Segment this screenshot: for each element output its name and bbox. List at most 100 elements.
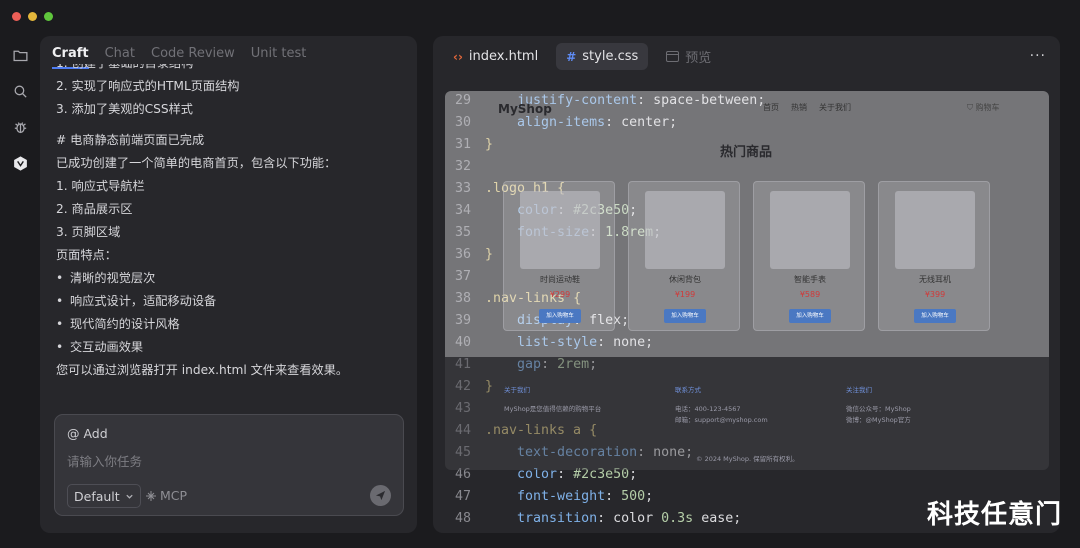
tab-label: 预览 (685, 51, 712, 66)
close-window-button[interactable] (12, 12, 21, 21)
code-text: gap: 2rem; (517, 357, 598, 372)
code-line: 35 font-size: 1.8rem; (445, 222, 1049, 244)
code-line: 37 (445, 266, 1049, 288)
minimize-window-button[interactable] (28, 12, 37, 21)
code-line: 46 color: #2c3e50; (445, 464, 1049, 486)
bug-icon[interactable] (9, 116, 31, 138)
code-text: transition: color 0.3s ease; (517, 511, 742, 526)
line-number: 33 (454, 181, 471, 196)
tab-label: style.css (582, 49, 639, 64)
code-text: } (485, 379, 494, 394)
code-text: .nav-links { (485, 291, 582, 306)
code-line: 32 (445, 156, 1049, 178)
line-number: 32 (454, 159, 471, 174)
model-select-value: Default (74, 488, 120, 504)
line-number: 46 (454, 467, 471, 482)
line-number: 44 (454, 423, 471, 438)
activity-sidebar (0, 36, 40, 548)
code-text: text-decoration: none; (517, 445, 694, 460)
send-button[interactable] (370, 485, 391, 506)
code-line: 31} (445, 134, 1049, 156)
task-input[interactable] (67, 454, 387, 469)
code-text: .nav-links a { (485, 423, 598, 438)
window-controls (12, 12, 53, 21)
line-number: 45 (454, 445, 471, 460)
line-number: 39 (454, 313, 471, 328)
trait-item: 清晰的视觉层次 (56, 267, 401, 290)
code-line: 33 .logo h1 { (445, 178, 1049, 200)
code-line: 36} (445, 244, 1049, 266)
line-number: 48 (454, 511, 471, 526)
line-number: 38 (454, 291, 471, 306)
code-text: color: #2c3e50; (517, 467, 638, 482)
chat-line: 3. 添加了美观的CSS样式 (56, 102, 193, 116)
line-number: 34 (454, 203, 471, 218)
trait-item: 现代简约的设计风格 (56, 313, 401, 336)
feature-item: 1. 响应式导航栏 (56, 179, 145, 193)
line-number: 35 (454, 225, 471, 240)
tab-index-html[interactable]: ‹› index.html (443, 43, 548, 70)
line-number: 36 (454, 247, 471, 262)
line-number: 37 (454, 269, 471, 284)
hash-icon: # (566, 49, 577, 64)
code-line: 29 justify-content: space-between; (445, 90, 1049, 112)
line-number: 42 (454, 379, 471, 394)
more-options-button[interactable]: ··· (1030, 48, 1046, 64)
line-number: 40 (454, 335, 471, 350)
code-line: 34 color: #2c3e50; (445, 200, 1049, 222)
add-context-button[interactable]: @ Add (67, 426, 108, 441)
line-number: 41 (454, 357, 471, 372)
chat-heading: # 电商静态前端页面已完成 (56, 133, 205, 147)
code-line: 38 .nav-links { (445, 288, 1049, 310)
preview-window-icon (666, 51, 680, 62)
code-line: 43 (445, 398, 1049, 420)
code-line: 44 .nav-links a { (445, 420, 1049, 442)
code-text: justify-content: space-between; (517, 93, 766, 108)
model-select[interactable]: Default (67, 484, 141, 508)
code-text: } (485, 247, 494, 262)
chat-outro: 您可以通过浏览器打开 index.html 文件来查看效果。 (56, 363, 349, 377)
chat-messages: 1. 创建了基础的目录结构 2. 实现了响应式的HTML页面结构 3. 添加了美… (56, 64, 401, 420)
chat-line: 1. 创建了基础的目录结构 (56, 64, 401, 75)
code-text: font-size: 1.8rem; (517, 225, 662, 240)
feature-item: 2. 商品展示区 (56, 202, 133, 216)
maximize-window-button[interactable] (44, 12, 53, 21)
code-line: 40 list-style: none; (445, 332, 1049, 354)
chat-intro: 已成功创建了一个简单的电商首页，包含以下功能： (56, 156, 337, 170)
code-text: font-weight: 500; (517, 489, 654, 504)
editor-panel: ‹› index.html # style.css 预览 ··· 29 just… (433, 36, 1060, 533)
folder-icon[interactable] (9, 44, 31, 66)
tab-style-css[interactable]: # style.css (556, 43, 649, 70)
line-number: 31 (454, 137, 471, 152)
line-number: 47 (454, 489, 471, 504)
feature-item: 3. 页脚区域 (56, 225, 121, 239)
tab-label: index.html (468, 49, 539, 64)
code-line: 39 display: flex; (445, 310, 1049, 332)
extension-icon[interactable] (9, 152, 31, 174)
tab-preview[interactable]: 预览 (656, 43, 721, 70)
code-brackets-icon: ‹› (453, 49, 463, 64)
code-text: color: #2c3e50; (517, 203, 638, 218)
chevron-down-icon (126, 494, 133, 499)
code-line: 41 gap: 2rem; (445, 354, 1049, 376)
trait-item: 交互动画效果 (56, 336, 401, 359)
mcp-icon (146, 490, 156, 501)
traits-title: 页面特点： (56, 248, 117, 262)
mcp-label: MCP (160, 488, 188, 503)
code-text: .logo h1 { (485, 181, 566, 196)
code-line: 42} (445, 376, 1049, 398)
code-text: align-items: center; (517, 115, 678, 130)
task-composer: @ Add Default MCP (54, 414, 404, 516)
code-text: display: flex; (517, 313, 630, 328)
line-number: 29 (454, 93, 471, 108)
chat-line: 2. 实现了响应式的HTML页面结构 (56, 79, 240, 93)
line-number: 43 (454, 401, 471, 416)
code-editor[interactable]: 29 justify-content: space-between; 30 ali… (445, 90, 1049, 533)
watermark: 科技任意门 (926, 500, 1062, 530)
code-text: list-style: none; (517, 335, 654, 350)
mcp-button[interactable]: MCP (145, 488, 187, 503)
file-tabs: ‹› index.html # style.css 预览 (443, 43, 721, 70)
code-text: } (485, 137, 494, 152)
search-icon[interactable] (9, 80, 31, 102)
chat-panel: Craft Chat Code Review Unit test 1. 创建了基… (40, 36, 417, 533)
